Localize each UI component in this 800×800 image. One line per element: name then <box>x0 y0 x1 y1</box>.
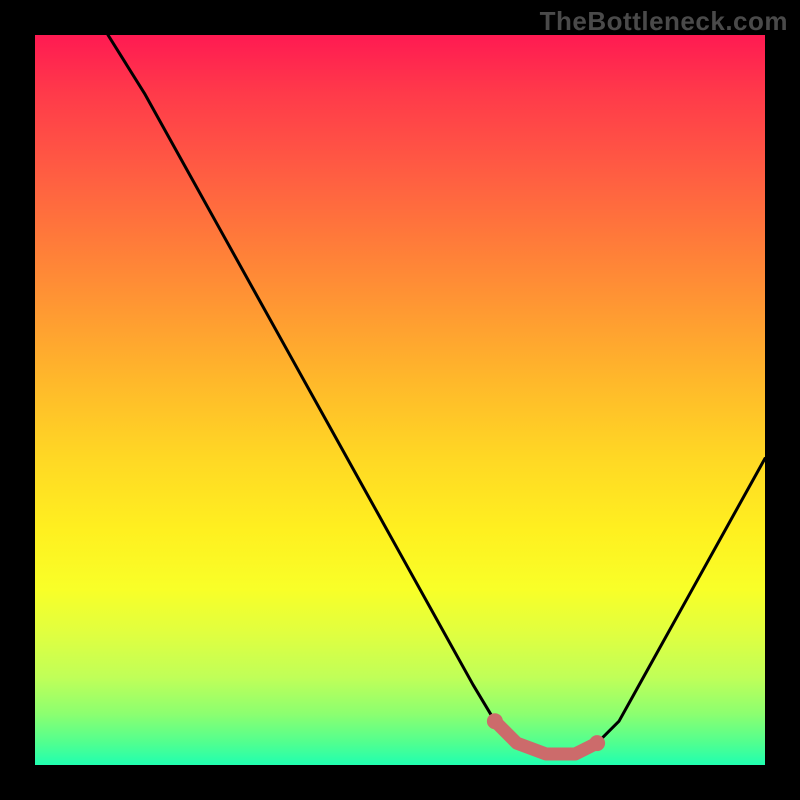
watermark-text: TheBottleneck.com <box>540 6 788 37</box>
optimal-zone-marker <box>495 721 597 754</box>
bottleneck-curve <box>108 35 765 754</box>
optimal-zone-end-dot <box>589 735 605 751</box>
chart-container: TheBottleneck.com <box>0 0 800 800</box>
curve-layer <box>35 35 765 765</box>
plot-area <box>35 35 765 765</box>
optimal-zone-start-dot <box>487 713 503 729</box>
